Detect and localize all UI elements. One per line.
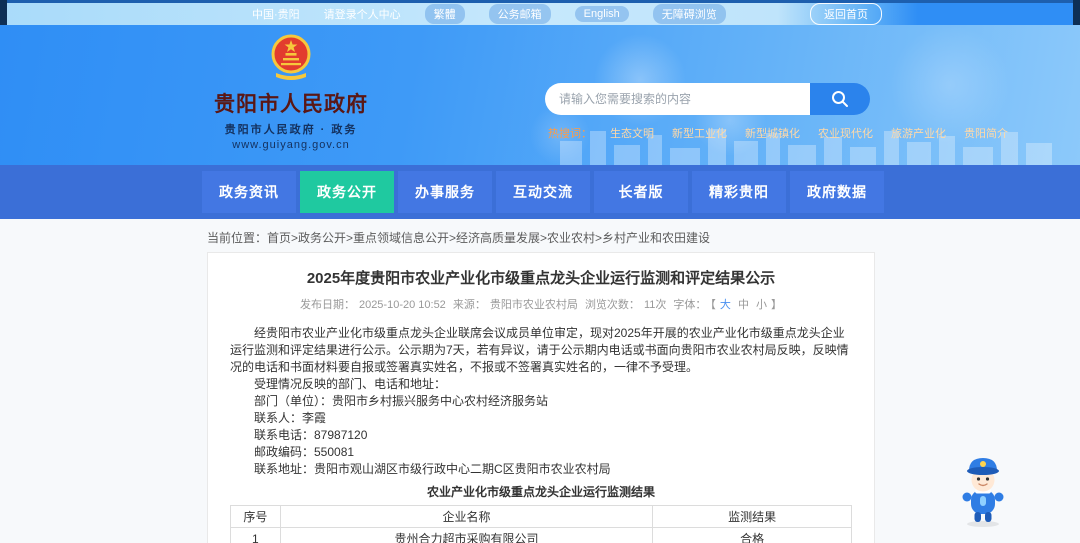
- paragraph-phone: 联系电话：87987120: [254, 428, 368, 442]
- nav-tab-banshi-fuwu[interactable]: 办事服务: [398, 171, 492, 213]
- search-button[interactable]: [810, 83, 870, 115]
- breadcrumb-label: 当前位置：: [207, 231, 268, 245]
- topbar-links: 中国·贵阳 请登录个人中心 繁體 公务邮箱 English 无障碍浏览 返回首页: [180, 3, 892, 25]
- national-emblem-icon: [271, 34, 311, 80]
- article-title: 2025年度贵阳市农业产业化市级重点龙头企业运行监测和评定结果公示: [306, 270, 776, 287]
- font-bracket-open: 【: [710, 299, 716, 311]
- font-size-label: 字体：: [673, 299, 707, 311]
- topbar: 中国·贵阳 请登录个人中心 繁體 公务邮箱 English 无障碍浏览 返回首页: [0, 0, 1080, 28]
- table-row: 1 贵州合力超市采购有限公司 合格: [230, 527, 852, 543]
- hot-search-row: 热搜词： 生态文明 新型工业化 新型城镇化 农业现代化 旅游产业化 贵阳简介: [548, 125, 1008, 141]
- toplink-traditional-chinese[interactable]: 繁體: [424, 4, 465, 24]
- nav-tab-zhengwu-zixun[interactable]: 政务资讯: [202, 171, 296, 213]
- search-icon: [832, 91, 848, 107]
- nav-tab-zhangzheban[interactable]: 长者版: [594, 171, 688, 213]
- article-card: 2025年度贵阳市农业产业化市级重点龙头企业运行监测和评定结果公示 发布日期： 2…: [207, 252, 875, 543]
- paragraph-address: 联系地址：贵阳市观山湖区市级行政中心二期C区贵阳市农业农村局: [254, 462, 611, 476]
- hot-word-5[interactable]: 旅游产业化: [891, 125, 946, 141]
- cell-result: 合格: [652, 527, 852, 543]
- table-caption: 农业产业化市级重点龙头企业运行监测结果: [426, 485, 655, 499]
- assistant-mascot[interactable]: [956, 452, 1010, 533]
- hot-word-4[interactable]: 农业现代化: [818, 125, 873, 141]
- paragraph-department: 部门（单位）：贵阳市乡村振兴服务中心农村经济服务站: [254, 394, 549, 408]
- font-size-large-button[interactable]: 大: [720, 299, 731, 311]
- views-label: 浏览次数：: [584, 299, 640, 311]
- font-bracket-close: 】: [771, 299, 783, 311]
- toplink-official-mail[interactable]: 公务邮箱: [488, 4, 551, 24]
- monitor-result-table: 序号 企业名称 监测结果 1 贵州合力超市采购有限公司 合格 2 贵州友禾种业有…: [230, 505, 852, 543]
- cell-seq: 1: [230, 527, 281, 543]
- window-edge-right: [1073, 0, 1080, 28]
- table-header-row: 序号 企业名称 监测结果: [230, 505, 852, 528]
- source-label: 来源：: [452, 299, 486, 311]
- toplink-china-guiyang[interactable]: 中国·贵阳: [252, 6, 300, 22]
- paragraph-notice: 经贵阳市农业产业化市级重点龙头企业联席会议成员单位审定，现对2025年开展的农业…: [230, 326, 849, 374]
- nav-tab-hudong-jiaoliu[interactable]: 互动交流: [496, 171, 590, 213]
- font-size-medium-button[interactable]: 中: [738, 299, 749, 311]
- nav-tab-zhengfu-shuju[interactable]: 政府数据: [790, 171, 884, 213]
- search-bar: [545, 83, 870, 115]
- cell-company: 贵州合力超市采购有限公司: [279, 527, 654, 543]
- mascot-icon: [962, 458, 1004, 527]
- breadcrumb: 当前位置：首页>政务公开>重点领域信息公开>经济高质量发展>农业农村>乡村产业和…: [207, 219, 1080, 252]
- header-company: 企业名称: [279, 505, 654, 528]
- publish-date: 2025-10-20 10:52: [358, 299, 446, 311]
- hot-word-3[interactable]: 新型城镇化: [745, 125, 800, 141]
- paragraph-contact-person: 联系人：李霞: [254, 411, 327, 425]
- views-value: 11次: [643, 299, 667, 311]
- hot-search-label: 热搜词：: [548, 128, 592, 140]
- article-body: 经贵阳市农业产业化市级重点龙头企业联席会议成员单位审定，现对2025年开展的农业…: [230, 325, 852, 478]
- paragraph-contact-intro: 受理情况反映的部门、电话和地址：: [254, 377, 447, 391]
- publish-date-label: 发布日期：: [299, 299, 355, 311]
- window-edge-left: [0, 0, 7, 28]
- site-logo[interactable]: 贵阳市人民政府 贵阳市人民政府 · 政务 www.guiyang.gov.cn: [210, 33, 372, 151]
- hot-word-6[interactable]: 贵阳简介: [964, 125, 1008, 141]
- paragraph-postcode: 邮政编码：550081: [254, 445, 355, 459]
- banner: 贵阳市人民政府 贵阳市人民政府 · 政务 www.guiyang.gov.cn …: [0, 25, 1080, 165]
- source-value: 贵阳市农业农村局: [489, 299, 578, 311]
- article-meta: 发布日期： 2025-10-20 10:52 来源： 贵阳市农业农村局 浏览次数： 1…: [230, 296, 852, 312]
- font-size-small-button[interactable]: 小: [756, 299, 767, 311]
- toplink-login-personal-center[interactable]: 请登录个人中心: [324, 6, 401, 22]
- breadcrumb-path[interactable]: 首页>政务公开>重点领域信息公开>经济高质量发展>农业农村>乡村产业和农田建设: [267, 231, 710, 245]
- toplink-english[interactable]: English: [574, 6, 629, 22]
- site-subtitle: 贵阳市人民政府 · 政务: [224, 124, 358, 136]
- toplink-accessibility[interactable]: 无障碍浏览: [652, 4, 726, 24]
- site-url: www.guiyang.gov.cn: [232, 139, 350, 151]
- nav-tab-jingcai-guiyang[interactable]: 精彩贵阳: [692, 171, 786, 213]
- site-title: 贵阳市人民政府: [214, 93, 368, 116]
- hot-word-1[interactable]: 生态文明: [610, 125, 654, 141]
- main-nav: 政务资讯 政务公开 办事服务 互动交流 长者版 精彩贵阳 政府数据: [0, 165, 1080, 219]
- hot-word-2[interactable]: 新型工业化: [672, 125, 727, 141]
- search-input[interactable]: [545, 83, 810, 115]
- header-result: 监测结果: [652, 505, 852, 528]
- header-seq: 序号: [230, 505, 281, 528]
- nav-tab-zhengwu-gongkai[interactable]: 政务公开: [300, 171, 394, 213]
- back-home-button[interactable]: 返回首页: [810, 3, 882, 25]
